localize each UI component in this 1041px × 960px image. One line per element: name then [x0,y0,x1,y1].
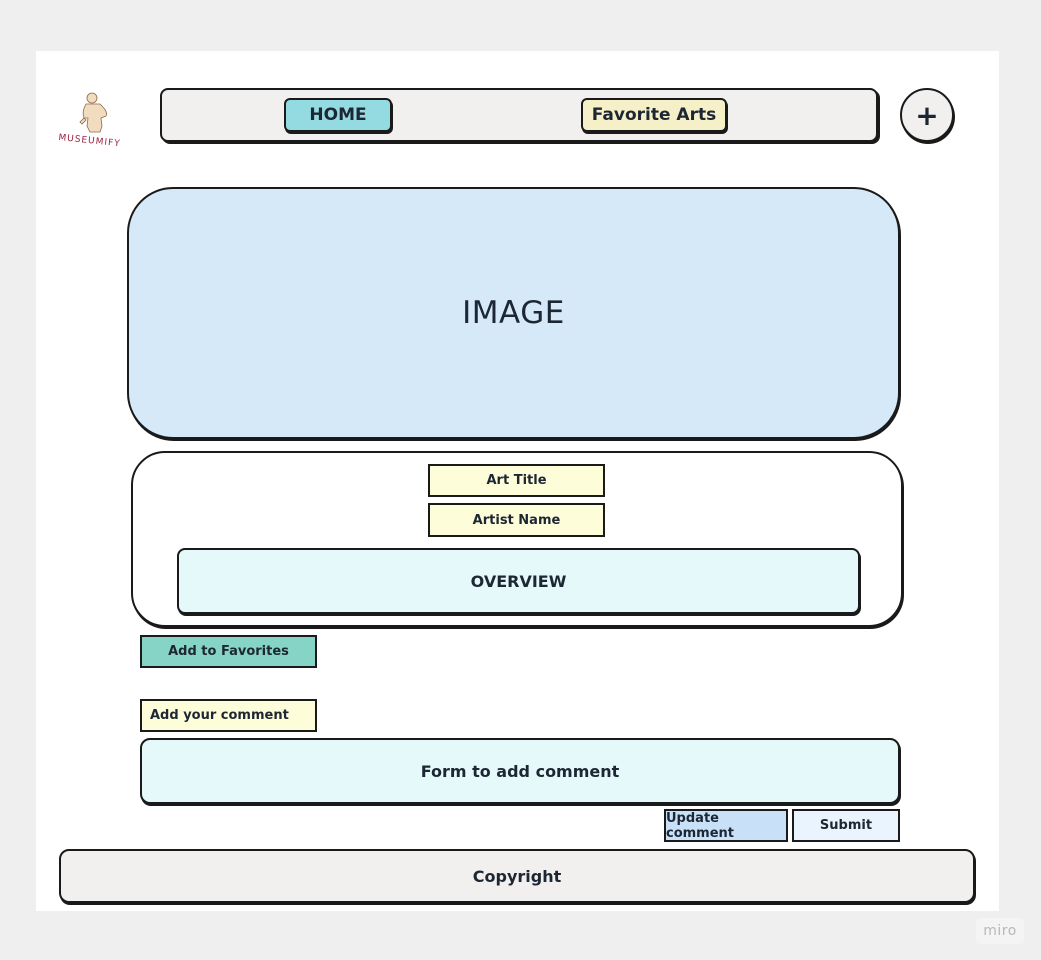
logo-text: MUSEUMIFY [58,133,121,149]
comment-form-input[interactable]: Form to add comment [140,738,900,804]
statue-icon: MUSEUMIFY [58,92,121,149]
copyright-label: Copyright [472,866,562,886]
overview-panel: OVERVIEW [177,548,860,614]
add-comment-heading: Add your comment [140,699,317,732]
miro-watermark[interactable]: miro [976,918,1024,944]
favorite-arts-button[interactable]: Favorite Arts [581,98,727,132]
add-to-favorites-label: Add to Favorites [168,644,289,659]
add-to-favorites-button[interactable]: Add to Favorites [140,635,317,668]
miro-watermark-text: miro [983,923,1017,939]
submit-label: Submit [819,818,873,833]
comment-form-label: Form to add comment [420,761,620,781]
art-title-label: Art Title [486,473,547,488]
update-comment-label: Update comment [666,810,735,841]
update-comment-button[interactable]: Update comment [664,809,788,842]
submit-button[interactable]: Submit [792,809,900,842]
plus-icon: + [915,98,939,132]
favorite-arts-button-label: Favorite Arts [591,105,717,125]
image-placeholder-label: IMAGE [462,295,565,331]
artwork-image-placeholder: IMAGE [127,187,900,439]
artist-name: Artist Name [428,503,605,537]
artist-name-label: Artist Name [472,512,561,528]
art-title: Art Title [428,464,605,497]
add-button[interactable]: + [900,88,954,142]
nav-bar [160,88,878,142]
home-button-label: HOME [309,105,367,125]
overview-label: OVERVIEW [470,571,567,591]
home-button[interactable]: HOME [284,98,392,132]
add-comment-label: Add your comment [150,708,289,723]
museumify-logo[interactable]: MUSEUMIFY [56,88,140,152]
footer: Copyright [59,849,975,903]
